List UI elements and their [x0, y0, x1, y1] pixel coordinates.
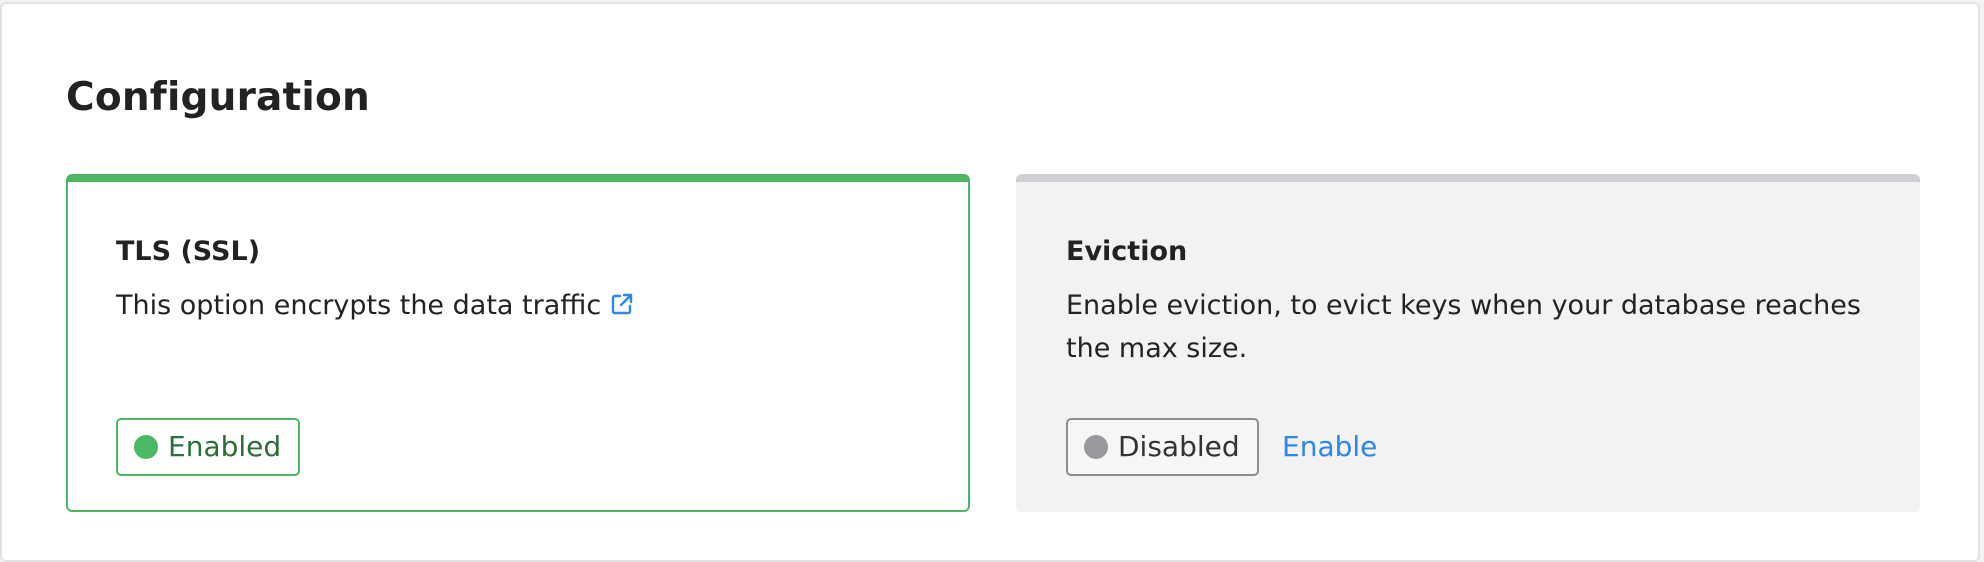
- status-dot-icon: [1084, 435, 1108, 459]
- eviction-status-label: Disabled: [1118, 430, 1240, 463]
- tls-card-description-text: This option encrypts the data traffic: [116, 290, 602, 321]
- eviction-card-title: Eviction: [1066, 236, 1188, 267]
- enable-eviction-link[interactable]: Enable: [1282, 430, 1377, 464]
- section-title: Configuration: [66, 75, 370, 120]
- status-dot-icon: [134, 435, 158, 459]
- tls-card-title: TLS (SSL): [116, 236, 261, 267]
- tls-status-badge: Enabled: [116, 418, 301, 476]
- tls-status-label: Enabled: [168, 430, 282, 463]
- eviction-status-badge: Disabled: [1066, 418, 1259, 476]
- eviction-card: Eviction Enable eviction, to evict keys …: [1016, 174, 1920, 512]
- tls-card: TLS (SSL) This option encrypts the data …: [66, 174, 970, 512]
- external-link-icon[interactable]: [609, 287, 635, 315]
- eviction-card-description: Enable eviction, to evict keys when your…: [1066, 290, 1861, 364]
- configuration-panel: Configuration TLS (SSL) This option encr…: [0, 2, 1980, 562]
- tls-card-description: This option encrypts the data traffic: [116, 284, 906, 327]
